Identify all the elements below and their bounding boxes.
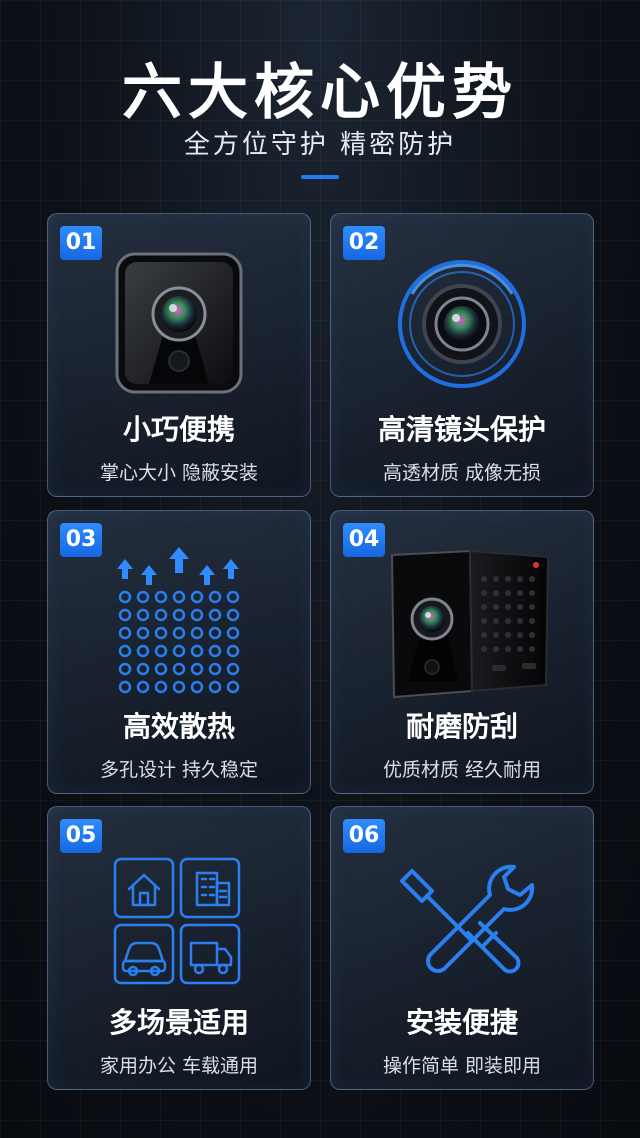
card-desc: 家用办公 车载通用 [99, 1055, 259, 1077]
card-title: 高效散热 [122, 710, 235, 743]
advantage-card-06: 06 安装便捷 操作简单 即装即用 [330, 806, 594, 1090]
card-title: 高清镜头保护 [377, 413, 546, 446]
lens-icon [398, 260, 526, 388]
card-desc: 高透材质 成像无损 [382, 462, 542, 484]
card-title: 多场景适用 [108, 1006, 249, 1039]
advantage-card-03: 03 高效散热 多孔设计 持久稳定 [47, 510, 311, 794]
card-title: 安装便捷 [405, 1006, 518, 1039]
advantage-card-01: 01 小巧便携 掌心大小 隐蔽安装 [47, 213, 311, 497]
card-title: 小巧便携 [122, 413, 235, 446]
card-desc: 优质材质 经久耐用 [382, 759, 542, 781]
card-title: 耐磨防刮 [405, 710, 518, 743]
advantage-card-05: 05 多场景适用 家用办公 车载通用 [47, 806, 311, 1090]
page-subtitle: 全方位守护 精密防护 [183, 130, 457, 160]
advantage-card-02: 02 高清镜头保护 高透材质 成像无损 [330, 213, 594, 497]
advantage-card-04: 04 耐磨防刮 优质材质 经久耐用 [330, 510, 594, 794]
title-underline [301, 175, 339, 179]
page-title: 六大核心优势 [122, 58, 518, 128]
camera-body-icon [390, 549, 550, 699]
scenes-icon [113, 857, 241, 985]
tools-icon [400, 864, 535, 974]
mini-camera-icon [115, 252, 243, 394]
card-desc: 多孔设计 持久稳定 [99, 759, 259, 781]
card-desc: 操作简单 即装即用 [382, 1055, 542, 1077]
card-desc: 掌心大小 隐蔽安装 [99, 462, 259, 484]
heat-vent-icon [117, 547, 240, 694]
